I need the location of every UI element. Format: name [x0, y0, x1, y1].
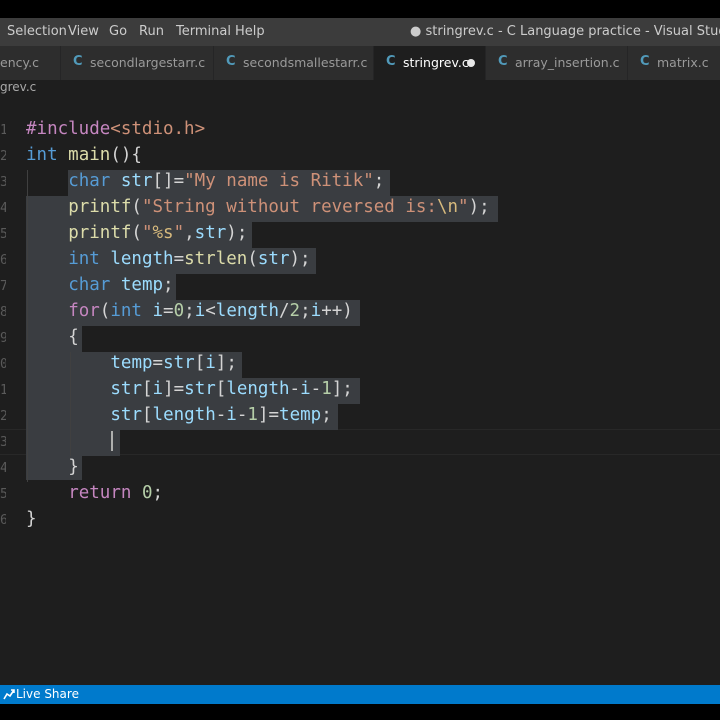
- line-number: 5: [0, 227, 6, 242]
- menu-run[interactable]: Run: [139, 24, 164, 39]
- line-number: 1: [0, 383, 6, 398]
- c-file-icon: C: [226, 54, 236, 69]
- window-title: ● stringrev.c - C Language practice - Vi…: [410, 24, 720, 39]
- line-number: 6: [0, 513, 6, 528]
- code-line[interactable]: printf("String without reversed is:\n");: [26, 194, 490, 220]
- code-line[interactable]: #include<stdio.h>: [26, 116, 205, 142]
- code-line[interactable]: }: [26, 506, 37, 532]
- code-line[interactable]: int main(){: [26, 142, 142, 168]
- tab-label: matrix.c: [657, 55, 709, 70]
- tab-label: stringrev.c: [403, 55, 469, 70]
- c-file-icon: C: [386, 54, 396, 69]
- tab-array-insertion[interactable]: C array_insertion.c: [486, 46, 628, 80]
- code-line[interactable]: for(int i=0;i<length/2;i++): [26, 298, 353, 324]
- tab-label: secondlargestarr.c: [90, 55, 206, 70]
- tab-label: array_insertion.c: [515, 55, 620, 70]
- line-number: 2: [0, 149, 6, 164]
- tab-matrix[interactable]: C matrix.c: [628, 46, 720, 80]
- menu-terminal[interactable]: Terminal: [176, 24, 231, 39]
- code-line[interactable]: str[length-i-1]=temp;: [26, 402, 331, 428]
- code-line[interactable]: [26, 428, 110, 454]
- menu-selection[interactable]: Selection: [7, 24, 67, 39]
- menu-view[interactable]: View: [68, 24, 99, 39]
- live-share-icon: [3, 689, 15, 700]
- line-number: 4: [0, 201, 6, 216]
- line-number: 5: [0, 487, 6, 502]
- line-number: 2: [0, 409, 6, 424]
- line-number: 3: [0, 435, 6, 450]
- code-editor[interactable]: 1 2 3 4 5 6 7 8 9 0 1 2 3 4 5 6 #include…: [0, 98, 720, 685]
- c-file-icon: C: [73, 54, 83, 69]
- unsaved-dot-icon[interactable]: [467, 59, 475, 67]
- code-line[interactable]: temp=str[i];: [26, 350, 237, 376]
- line-number: 6: [0, 253, 6, 268]
- tab-label: ency.c: [0, 55, 39, 70]
- menu-bar: Selection View Go Run Terminal Help ● st…: [0, 18, 720, 46]
- code-line[interactable]: char temp;: [26, 272, 173, 298]
- c-file-icon: C: [640, 54, 650, 69]
- tab-secondsmallestarr[interactable]: C secondsmallestarr.c: [214, 46, 374, 80]
- tab-secondlargestarr[interactable]: C secondlargestarr.c: [61, 46, 214, 80]
- line-number: 3: [0, 175, 6, 190]
- breadcrumb[interactable]: grev.c: [0, 80, 36, 98]
- text-cursor: [111, 431, 113, 451]
- code-line[interactable]: str[i]=str[length-i-1];: [26, 376, 352, 402]
- tab-label: secondsmallestarr.c: [243, 55, 368, 70]
- code-line[interactable]: int length=strlen(str);: [26, 246, 310, 272]
- line-number: 9: [0, 331, 6, 346]
- tab-stringrev[interactable]: C stringrev.c: [374, 46, 486, 80]
- code-line[interactable]: char str[]="My name is Ritik";: [26, 168, 384, 194]
- live-share-button[interactable]: Live Share: [16, 687, 79, 701]
- line-number: 8: [0, 305, 6, 320]
- line-number: 7: [0, 279, 6, 294]
- status-bar: Live Share: [0, 685, 720, 704]
- code-line[interactable]: printf("%s",str);: [26, 220, 247, 246]
- line-number: 1: [0, 123, 6, 138]
- code-line[interactable]: }: [26, 454, 79, 480]
- line-number: 0: [0, 357, 6, 372]
- c-file-icon: C: [498, 54, 508, 69]
- vscode-window: Selection View Go Run Terminal Help ● st…: [0, 18, 720, 704]
- menu-help[interactable]: Help: [235, 24, 265, 39]
- tab-ency[interactable]: ency.c: [0, 46, 61, 80]
- code-line[interactable]: {: [26, 324, 79, 350]
- line-number: 4: [0, 461, 6, 476]
- code-line[interactable]: return 0;: [26, 480, 163, 506]
- menu-go[interactable]: Go: [109, 24, 127, 39]
- tab-bar: ency.c C secondlargestarr.c C secondsmal…: [0, 46, 720, 80]
